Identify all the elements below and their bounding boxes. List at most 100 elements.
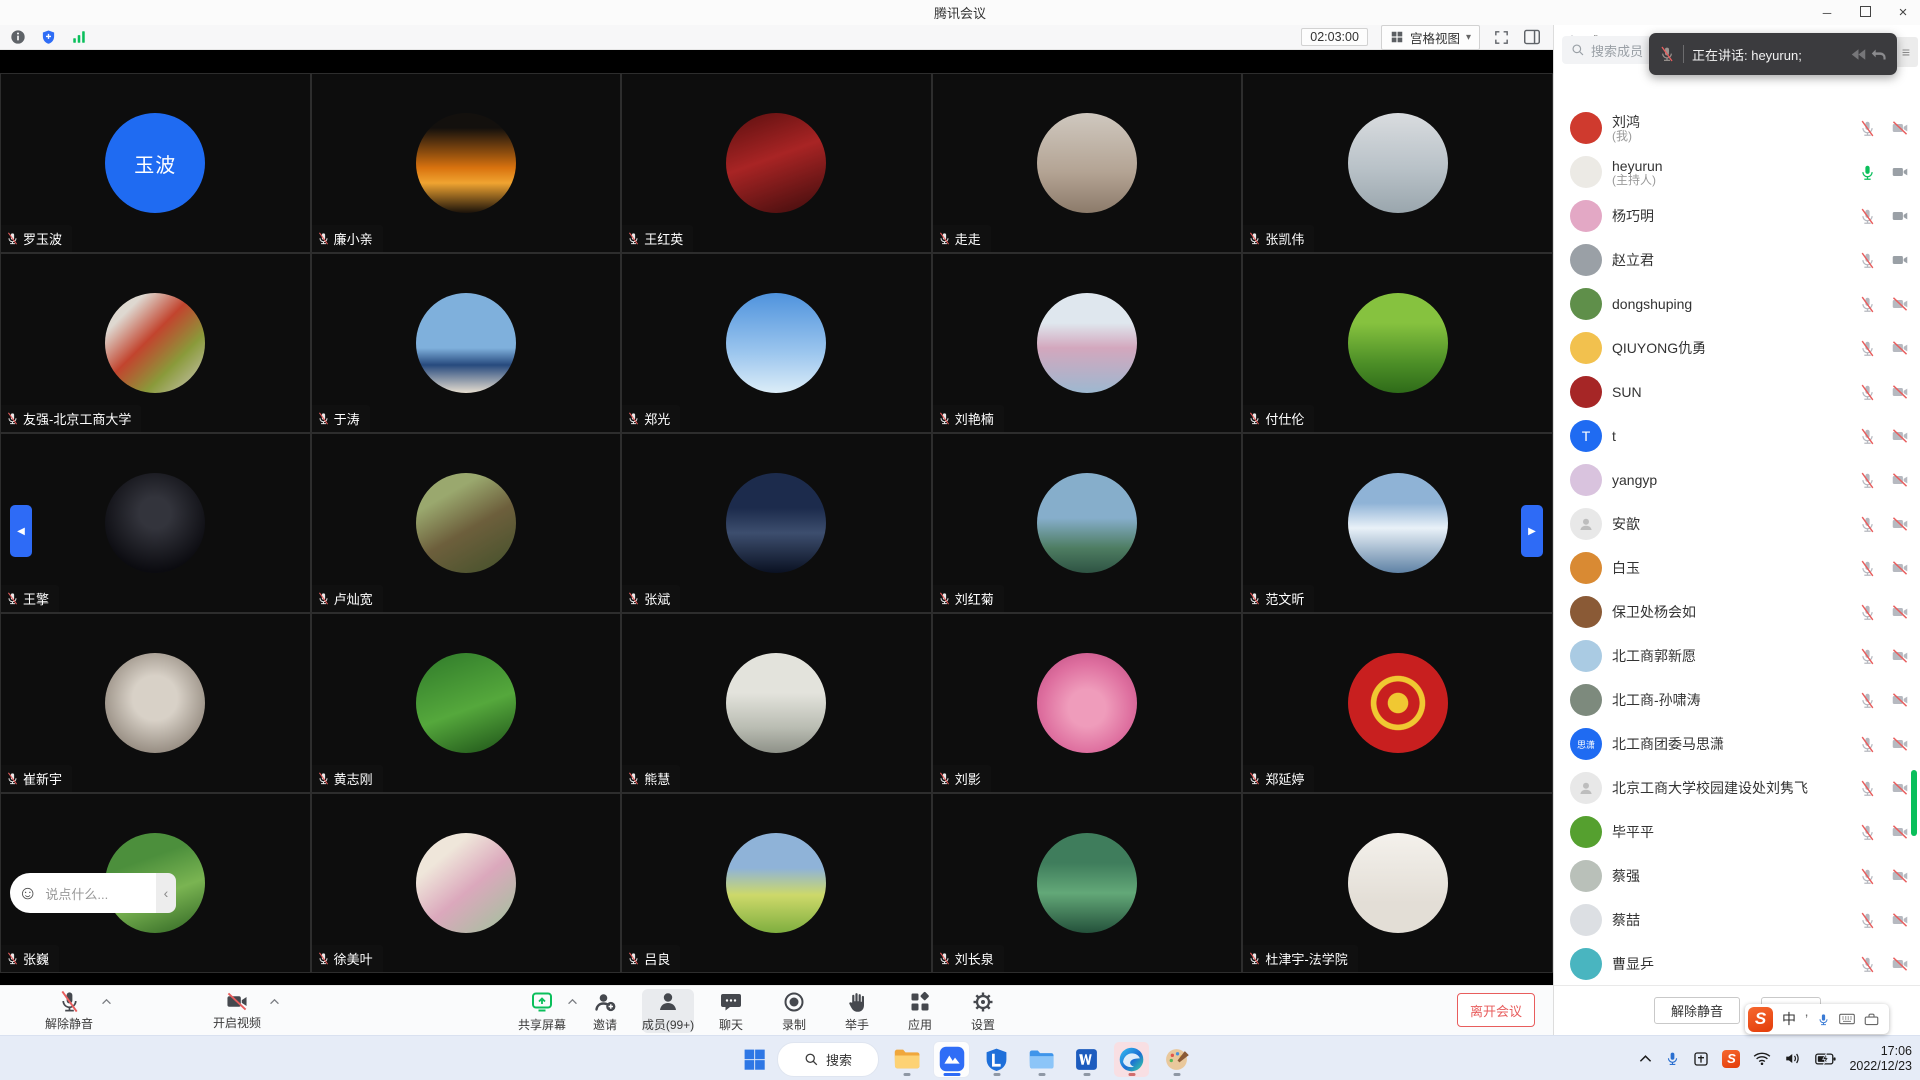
video-tile[interactable]: 郑光 bbox=[621, 253, 932, 433]
video-tile[interactable]: 徐美叶 bbox=[311, 793, 622, 973]
member-row[interactable]: 北工商郭新愿 bbox=[1554, 634, 1920, 678]
tray-expand-icon[interactable] bbox=[1639, 1054, 1652, 1063]
video-tile[interactable]: 黄志刚 bbox=[311, 613, 622, 793]
toolbox-icon[interactable] bbox=[1864, 1013, 1879, 1026]
member-row[interactable]: yangyp bbox=[1554, 458, 1920, 502]
toolbar-hand-button[interactable]: 举手 bbox=[831, 989, 883, 1033]
rewind-icon[interactable] bbox=[1849, 47, 1868, 62]
toolbar-chat-button[interactable]: 聊天 bbox=[705, 989, 757, 1033]
toolbar-members-button[interactable]: 成员(99+) bbox=[642, 989, 694, 1033]
member-row[interactable]: 蔡强 bbox=[1554, 854, 1920, 898]
member-row[interactable]: 思潇 北工商团委马思潇 bbox=[1554, 722, 1920, 766]
view-mode-button[interactable]: 宫格视图 ▾ bbox=[1381, 25, 1480, 50]
video-tile[interactable]: 杜津宇-法学院 bbox=[1242, 793, 1553, 973]
video-tile[interactable]: 刘红菊 bbox=[932, 433, 1243, 613]
fullscreen-icon[interactable] bbox=[1493, 29, 1510, 46]
video-tile[interactable]: 范文昕 bbox=[1242, 433, 1553, 613]
toolbar-apps-button[interactable]: 应用 bbox=[894, 989, 946, 1033]
minimize-icon[interactable]: ─ bbox=[1820, 7, 1834, 19]
member-row[interactable]: 曹显乒 bbox=[1554, 942, 1920, 985]
video-tile[interactable]: 崔新宇 bbox=[0, 613, 311, 793]
video-tile[interactable]: 张斌 bbox=[621, 433, 932, 613]
video-tile[interactable]: 王红英 bbox=[621, 73, 932, 253]
video-tile[interactable]: 刘影 bbox=[932, 613, 1243, 793]
member-row[interactable]: QIUYONG仇勇 bbox=[1554, 326, 1920, 370]
chevron-up-icon[interactable] bbox=[269, 998, 280, 1005]
taskbar-file-explorer[interactable] bbox=[889, 1042, 924, 1077]
video-tile[interactable]: 走走 bbox=[932, 73, 1243, 253]
video-tile[interactable]: 吕良 bbox=[621, 793, 932, 973]
video-tile[interactable]: 郑延婷 bbox=[1242, 613, 1553, 793]
video-tile[interactable]: 廉小亲 bbox=[311, 73, 622, 253]
member-row[interactable]: heyurun (主持人) bbox=[1554, 150, 1920, 194]
toolbar-invite-button[interactable]: 邀请 bbox=[579, 989, 631, 1033]
start-button[interactable] bbox=[742, 1047, 767, 1072]
members-scrollbar[interactable] bbox=[1911, 770, 1917, 836]
video-tile[interactable]: 卢灿宽 bbox=[311, 433, 622, 613]
video-tile[interactable]: 玉波 罗玉波 bbox=[0, 73, 311, 253]
collapse-chat-handle[interactable]: ‹ bbox=[156, 873, 176, 913]
maximize-icon[interactable] bbox=[1858, 6, 1872, 19]
meeting-info-icon[interactable] bbox=[10, 29, 26, 45]
member-row[interactable]: dongshuping bbox=[1554, 282, 1920, 326]
quick-chat-bar[interactable]: ☺ 说点什么... bbox=[10, 873, 156, 913]
tray-mic-icon[interactable] bbox=[1665, 1051, 1680, 1066]
battery-icon[interactable] bbox=[1815, 1052, 1836, 1066]
member-row[interactable]: 白玉 bbox=[1554, 546, 1920, 590]
taskbar-search[interactable]: 搜索 bbox=[777, 1042, 879, 1077]
member-row[interactable]: SUN bbox=[1554, 370, 1920, 414]
prev-page-button[interactable]: ◀ bbox=[10, 505, 32, 557]
video-tile[interactable]: 刘艳楠 bbox=[932, 253, 1243, 433]
video-tile[interactable]: 于涛 bbox=[311, 253, 622, 433]
taskbar-word[interactable] bbox=[1069, 1042, 1104, 1077]
taskbar-paint[interactable] bbox=[1159, 1042, 1194, 1077]
member-row[interactable]: 安歆 bbox=[1554, 502, 1920, 546]
member-row[interactable]: 北工商-孙啸涛 bbox=[1554, 678, 1920, 722]
taskbar-tencent-meeting[interactable] bbox=[934, 1042, 969, 1077]
member-row[interactable]: 保卫处杨会如 bbox=[1554, 590, 1920, 634]
video-tile[interactable]: 友强-北京工商大学 bbox=[0, 253, 311, 433]
taskbar-clock[interactable]: 17:06 2022/12/23 bbox=[1849, 1044, 1912, 1074]
quick-chat-placeholder[interactable]: 说点什么... bbox=[45, 884, 108, 903]
member-row[interactable]: 蔡喆 bbox=[1554, 898, 1920, 942]
ime-punctuation[interactable]: ’ bbox=[1805, 1011, 1808, 1027]
undo-arrow-icon[interactable] bbox=[1870, 47, 1887, 62]
toolbar-mic-muted-button[interactable]: 解除静音 bbox=[14, 989, 124, 1033]
leave-meeting-button[interactable]: 离开会议 bbox=[1457, 993, 1535, 1027]
sogou-tray-icon[interactable]: S bbox=[1722, 1050, 1740, 1068]
sidebar-layout-icon[interactable] bbox=[1523, 29, 1541, 45]
ime-mode-chinese[interactable]: 中 bbox=[1782, 1009, 1796, 1029]
toolbar-share-button[interactable]: 共享屏幕 bbox=[516, 989, 568, 1033]
taskbar-app-shield[interactable] bbox=[979, 1042, 1014, 1077]
taskbar-docs[interactable] bbox=[1024, 1042, 1059, 1077]
voice-input-icon[interactable] bbox=[1817, 1013, 1830, 1026]
unmute-button[interactable]: 解除静音 bbox=[1654, 997, 1740, 1024]
member-row[interactable]: 毕平平 bbox=[1554, 810, 1920, 854]
member-row[interactable]: T t bbox=[1554, 414, 1920, 458]
toolbar-cam-off-button[interactable]: 开启视频 bbox=[182, 989, 292, 1033]
toolbar-settings-button[interactable]: 设置 bbox=[957, 989, 1009, 1033]
member-row[interactable]: 北京工商大学校园建设处刘隽飞 bbox=[1554, 766, 1920, 810]
chevron-up-icon[interactable] bbox=[567, 998, 578, 1005]
member-row[interactable]: 赵立君 bbox=[1554, 238, 1920, 282]
member-row[interactable]: 杨巧明 bbox=[1554, 194, 1920, 238]
video-tile[interactable]: 张凯伟 bbox=[1242, 73, 1553, 253]
sogou-toolbar[interactable]: S 中 ’ bbox=[1745, 1004, 1889, 1034]
close-icon[interactable]: × bbox=[1896, 5, 1910, 20]
security-shield-icon[interactable] bbox=[41, 29, 56, 45]
toolbar-record-button[interactable]: 录制 bbox=[768, 989, 820, 1033]
next-page-button[interactable]: ▶ bbox=[1521, 505, 1543, 557]
member-row[interactable]: 刘鸿 (我) bbox=[1554, 106, 1920, 150]
video-tile[interactable]: 王擎 bbox=[0, 433, 311, 613]
keyboard-icon[interactable] bbox=[1839, 1013, 1855, 1025]
volume-icon[interactable] bbox=[1784, 1051, 1802, 1066]
ime-icon[interactable] bbox=[1693, 1051, 1709, 1067]
taskbar-edge[interactable] bbox=[1114, 1042, 1149, 1077]
video-tile[interactable]: 刘长泉 bbox=[932, 793, 1243, 973]
sogou-logo[interactable]: S bbox=[1748, 1007, 1773, 1032]
emoji-icon[interactable]: ☺ bbox=[18, 884, 37, 903]
video-tile[interactable]: 付仕伦 bbox=[1242, 253, 1553, 433]
video-tile[interactable]: 熊慧 bbox=[621, 613, 932, 793]
chevron-up-icon[interactable] bbox=[101, 998, 112, 1005]
wifi-icon[interactable] bbox=[1753, 1051, 1771, 1066]
